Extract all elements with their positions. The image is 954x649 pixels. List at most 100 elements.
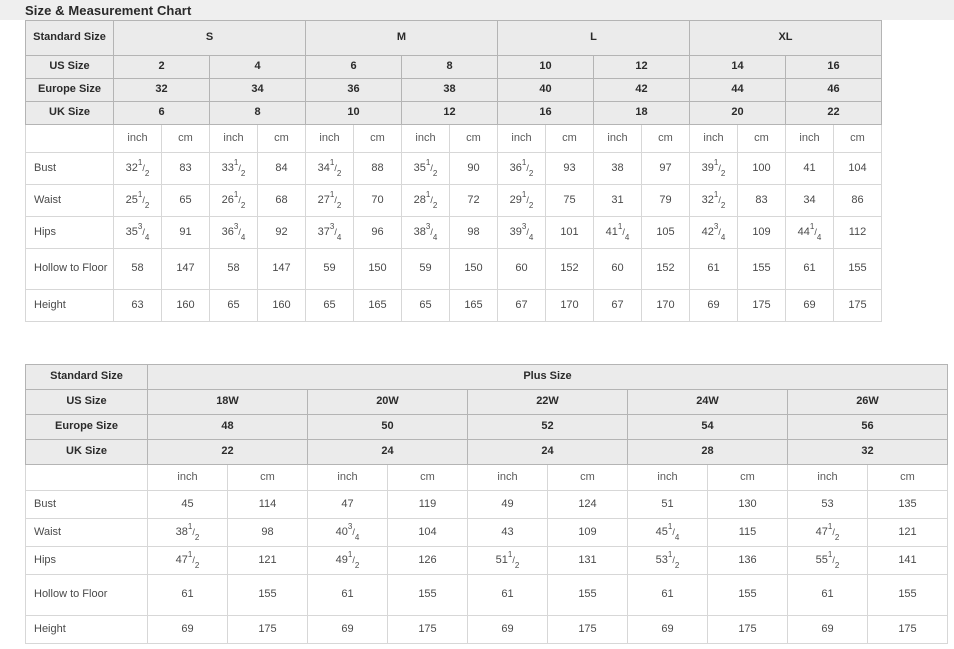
- measurement-value: 65: [323, 298, 336, 311]
- measurement-value: 41: [803, 161, 816, 174]
- measurement-cell: 60: [593, 248, 642, 290]
- measurement-cell: 511/2: [467, 546, 548, 575]
- measurement-value: 69: [501, 622, 514, 635]
- spec-value-cell: 22: [785, 101, 882, 125]
- spec-value-cell: 16: [785, 55, 882, 79]
- measurement-value: 155: [418, 588, 437, 601]
- measurement-value: 60: [515, 262, 528, 275]
- measurement-cell: 423/4: [689, 216, 738, 249]
- measurement-row-label: Hollow to Floor: [25, 248, 114, 290]
- measurement-cell: 353/4: [113, 216, 162, 249]
- spec-value-cell: 34: [209, 78, 306, 102]
- measurement-value: 58: [227, 262, 240, 275]
- measurement-row-label: Bust: [25, 490, 148, 519]
- measurement-cell: 61: [689, 248, 738, 290]
- measurement-cell: 175: [547, 615, 628, 644]
- measurement-cell: 41: [785, 152, 834, 185]
- measurement-cell: 491/2: [307, 546, 388, 575]
- measurement-value: 451/4: [655, 522, 680, 543]
- measurement-cell: 68: [257, 184, 306, 217]
- standard-size-table: Standard Size S M L XL US Size 2 4 6 8 10 12 14 16 Eur…: [25, 20, 882, 322]
- unit-header-cell: inch: [593, 124, 642, 153]
- measurement-value: 281/2: [413, 190, 438, 211]
- spec-value-cell: 8: [209, 101, 306, 125]
- size-group-xl: XL: [689, 20, 882, 56]
- measurement-cell: 58: [113, 248, 162, 290]
- measurement-cell: 383/4: [401, 216, 450, 249]
- measurement-cell: 69: [147, 615, 228, 644]
- measurement-cell: 92: [257, 216, 306, 249]
- measurement-cell: 104: [833, 152, 882, 185]
- measurement-value: 61: [707, 262, 720, 275]
- measurement-value: 61: [661, 588, 674, 601]
- standard-size-corner-label: Standard Size: [25, 364, 148, 390]
- measurement-row: Bust 321/2 83 331/2 84 341/2 88 351/2 90 361/2 93 3…: [25, 152, 882, 185]
- unit-header-cell: cm: [737, 124, 786, 153]
- measurement-value: 38: [611, 161, 624, 174]
- measurement-value: 91: [179, 225, 192, 238]
- measurement-cell: 93: [545, 152, 594, 185]
- measurement-value: 147: [176, 262, 195, 275]
- measurement-cell: 175: [387, 615, 468, 644]
- spec-value-cell: 10: [497, 55, 594, 79]
- spec-value-cell: 24: [467, 439, 628, 465]
- measurement-cell: 551/2: [787, 546, 868, 575]
- measurement-value: 175: [578, 622, 597, 635]
- measurement-value: 291/2: [509, 190, 534, 211]
- measurement-cell: 67: [497, 289, 546, 322]
- measurement-row: Hips 353/4 91 363/4 92 373/4 96 383/4 98 393/4 101…: [25, 216, 882, 249]
- measurement-cell: 175: [737, 289, 786, 322]
- measurement-value: 47: [341, 497, 354, 510]
- measurement-cell: 83: [737, 184, 786, 217]
- measurement-value: 67: [515, 298, 528, 311]
- measurement-cell: 124: [547, 490, 628, 519]
- measurement-value: 155: [848, 262, 867, 275]
- spec-row-label: US Size: [25, 55, 114, 79]
- measurement-row: Waist 251/2 65 261/2 68 271/2 70 281/2 72 291/2 75…: [25, 184, 882, 217]
- measurement-value: 341/2: [317, 158, 342, 179]
- measurement-value: 363/4: [221, 222, 246, 243]
- measurement-value: 411/4: [605, 222, 630, 243]
- measurement-value: 353/4: [125, 222, 150, 243]
- spec-row-label: UK Size: [25, 439, 148, 465]
- measurement-cell: 165: [449, 289, 498, 322]
- measurement-value: 150: [464, 262, 483, 275]
- measurement-value: 175: [418, 622, 437, 635]
- unit-row: inch cm inch cm inch cm inch cm inch cm inch cm inch…: [25, 124, 882, 153]
- measurement-value: 72: [467, 193, 480, 206]
- measurement-value: 104: [418, 525, 437, 538]
- measurement-value: 49: [501, 497, 514, 510]
- measurement-cell: 261/2: [209, 184, 258, 217]
- measurement-cell: 152: [545, 248, 594, 290]
- measurement-cell: 136: [707, 546, 788, 575]
- measurement-cell: 45: [147, 490, 228, 519]
- measurement-value: 69: [821, 622, 834, 635]
- spec-row: Europe Size 32 34 36 38 40 42 44 46: [25, 78, 882, 102]
- measurement-cell: 403/4: [307, 518, 388, 547]
- measurement-cell: 175: [867, 615, 948, 644]
- measurement-value: 155: [578, 588, 597, 601]
- measurement-value: 160: [176, 298, 195, 311]
- measurement-value: 60: [611, 262, 624, 275]
- measurement-cell: 321/2: [113, 152, 162, 185]
- spec-value-cell: 48: [147, 414, 308, 440]
- unit-header-cell: inch: [467, 464, 548, 491]
- measurement-row-label: Hips: [25, 546, 148, 575]
- spec-value-cell: 24: [307, 439, 468, 465]
- measurement-value: 155: [898, 588, 917, 601]
- measurement-cell: 361/2: [497, 152, 546, 185]
- measurement-cell: 114: [227, 490, 308, 519]
- measurement-value: 141: [898, 553, 917, 566]
- measurement-row-label: Waist: [25, 518, 148, 547]
- measurement-value: 531/2: [655, 550, 680, 571]
- measurement-value: 251/2: [125, 190, 150, 211]
- measurement-cell: 155: [387, 574, 468, 616]
- measurement-row: Waist 381/2 98 403/4 104 43 109 451/4 115 471/2 12…: [25, 518, 948, 547]
- measurement-value: 152: [656, 262, 675, 275]
- spec-value-cell: 22: [147, 439, 308, 465]
- measurement-cell: 531/2: [627, 546, 708, 575]
- spec-value-cell: 2: [113, 55, 210, 79]
- measurement-cell: 141: [867, 546, 948, 575]
- unit-header-cell: inch: [209, 124, 258, 153]
- measurement-cell: 126: [387, 546, 468, 575]
